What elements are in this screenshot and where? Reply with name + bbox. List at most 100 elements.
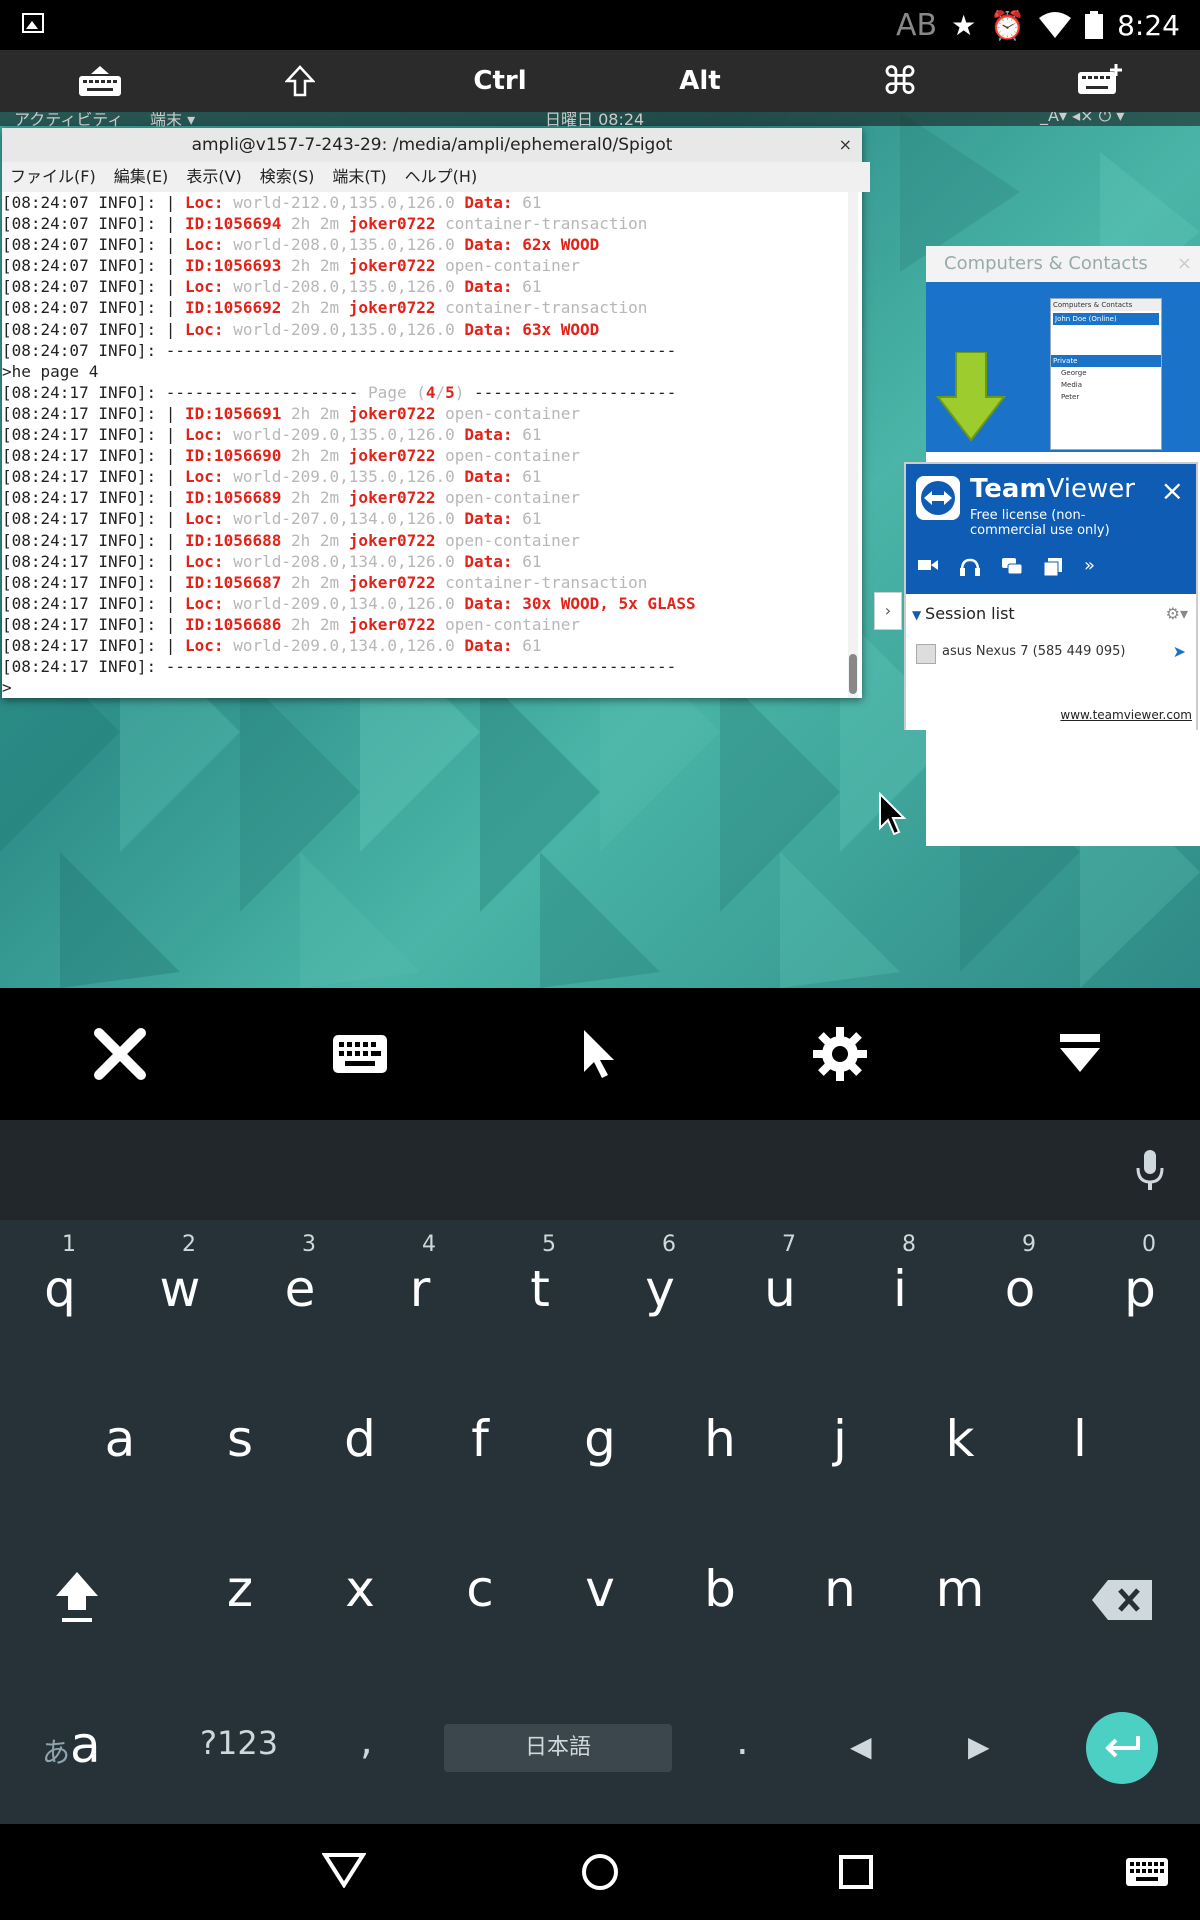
key-j[interactable]: j bbox=[800, 1410, 880, 1468]
key-y[interactable]: y bbox=[620, 1260, 700, 1318]
key-t[interactable]: t bbox=[500, 1260, 580, 1318]
terminal-line: [08:24:17 INFO]: -----------------------… bbox=[2, 656, 842, 677]
backspace-key-icon[interactable] bbox=[1092, 1580, 1152, 1620]
hide-toolbar-icon[interactable] bbox=[1020, 988, 1140, 1120]
session-item[interactable]: asus Nexus 7 (585 449 095) bbox=[942, 644, 1125, 659]
terminal-text: > bbox=[2, 678, 12, 698]
clock: 8:24 bbox=[1117, 8, 1180, 42]
back-icon[interactable] bbox=[322, 1852, 366, 1888]
system-menu[interactable]: _A▾ ◂× ⏻ ▾ bbox=[1040, 112, 1124, 126]
terminal-text: Data: bbox=[464, 551, 523, 571]
menu-terminal[interactable]: 端末(T) bbox=[332, 162, 386, 192]
teamviewer-close-button[interactable]: × bbox=[1161, 474, 1184, 507]
key-q[interactable]: q bbox=[20, 1260, 100, 1318]
session-list-header[interactable]: ▼ Session list bbox=[912, 604, 1015, 623]
comma-key[interactable]: , bbox=[360, 1718, 373, 1764]
key-z[interactable]: z bbox=[200, 1560, 280, 1618]
cursor-right-key[interactable]: ▶ bbox=[968, 1730, 990, 1763]
command-icon[interactable]: ⌘ bbox=[840, 50, 960, 112]
key-v[interactable]: v bbox=[560, 1560, 640, 1618]
enter-key[interactable] bbox=[1086, 1712, 1158, 1784]
close-icon[interactable] bbox=[60, 988, 180, 1120]
menu-search[interactable]: 検索(S) bbox=[260, 162, 315, 192]
key-h[interactable]: h bbox=[680, 1410, 760, 1468]
connect-pointer-icon[interactable]: ➤ bbox=[1173, 642, 1186, 661]
terminal-line: > bbox=[2, 677, 842, 698]
menu-view[interactable]: 表示(V) bbox=[186, 162, 241, 192]
terminal-text: ID:1056690 bbox=[185, 446, 291, 466]
terminal-output[interactable]: [08:24:07 INFO]: | Loc: world-212.0,135.… bbox=[2, 192, 842, 698]
cc-mini-window: Computers & Contacts John Doe (Online) P… bbox=[1050, 298, 1162, 450]
terminal-title-bar[interactable]: ampli@v157-7-243-29: /media/ampli/epheme… bbox=[2, 128, 862, 163]
key-g[interactable]: g bbox=[560, 1410, 640, 1468]
key-i[interactable]: i bbox=[860, 1260, 940, 1318]
teamviewer-link[interactable]: www.teamviewer.com bbox=[1060, 708, 1192, 722]
navigation-bar bbox=[0, 1824, 1200, 1920]
chat-icon[interactable] bbox=[1002, 558, 1022, 576]
key-b[interactable]: b bbox=[680, 1560, 760, 1618]
terminal-text: [08:24:07 INFO]: | bbox=[2, 256, 186, 276]
alt-key[interactable]: Alt bbox=[640, 50, 760, 112]
key-d[interactable]: d bbox=[320, 1410, 400, 1468]
suggestion-strip[interactable] bbox=[0, 1120, 1200, 1220]
terminal-text: Loc: bbox=[185, 235, 234, 255]
gear-icon[interactable] bbox=[780, 988, 900, 1120]
period-key[interactable]: . bbox=[736, 1718, 749, 1764]
cursor-left-key[interactable]: ◀ bbox=[850, 1730, 872, 1763]
ctrl-key[interactable]: Ctrl bbox=[440, 50, 560, 112]
menu-help[interactable]: ヘルプ(H) bbox=[405, 162, 478, 192]
terminal-text: [08:24:07 INFO]: | bbox=[2, 235, 186, 255]
session-gear-icon[interactable]: ⚙▾ bbox=[1166, 604, 1188, 623]
terminal-scrollbar[interactable] bbox=[848, 192, 858, 698]
files-icon[interactable] bbox=[1044, 558, 1062, 576]
key-k[interactable]: k bbox=[920, 1410, 1000, 1468]
symbols-key[interactable]: ?123 bbox=[200, 1724, 278, 1762]
key-l[interactable]: l bbox=[1040, 1410, 1120, 1468]
key-f[interactable]: f bbox=[440, 1410, 520, 1468]
terminal-text: open-container bbox=[445, 614, 580, 634]
cc-banner: Computers & Contacts John Doe (Online) P… bbox=[926, 282, 1200, 452]
key-s[interactable]: s bbox=[200, 1410, 280, 1468]
key-n[interactable]: n bbox=[800, 1560, 880, 1618]
shift-key-icon[interactable] bbox=[52, 1568, 102, 1624]
key-a[interactable]: a bbox=[80, 1410, 160, 1468]
key-w[interactable]: w bbox=[140, 1260, 220, 1318]
microphone-icon[interactable] bbox=[1136, 1150, 1164, 1192]
panel-expand-tab[interactable]: › bbox=[874, 592, 902, 630]
key-o[interactable]: o bbox=[980, 1260, 1060, 1318]
headset-icon[interactable] bbox=[960, 558, 980, 576]
language-switch-key[interactable]: あa bbox=[42, 1716, 101, 1774]
terminal-text: world-212.0,135.0,126.0 bbox=[233, 193, 465, 212]
video-icon[interactable] bbox=[918, 558, 938, 572]
terminal-line: [08:24:17 INFO]: | ID:1056689 2h 2m joke… bbox=[2, 487, 842, 508]
key-x[interactable]: x bbox=[320, 1560, 400, 1618]
keyboard-icon[interactable] bbox=[300, 988, 420, 1120]
more-icon[interactable]: » bbox=[1084, 557, 1095, 576]
key-p[interactable]: p bbox=[1100, 1260, 1180, 1318]
keyboard-plus-icon[interactable] bbox=[1040, 50, 1160, 112]
menu-edit[interactable]: 編集(E) bbox=[114, 162, 169, 192]
terminal-text: 5 bbox=[445, 382, 455, 402]
key-u[interactable]: u bbox=[740, 1260, 820, 1318]
terminal-close-button[interactable]: × bbox=[839, 128, 852, 162]
terminal-text: 2h 2m bbox=[291, 446, 349, 466]
key-m[interactable]: m bbox=[920, 1560, 1000, 1618]
recents-icon[interactable] bbox=[838, 1854, 874, 1890]
key-c[interactable]: c bbox=[440, 1560, 520, 1618]
pointer-icon[interactable] bbox=[540, 988, 660, 1120]
remote-desktop[interactable]: アクティビティ 端末 ▾ 日曜日 08:24 _A▾ ◂× ⏻ ▾ ampli@… bbox=[0, 112, 1200, 988]
teamviewer-panel[interactable]: TeamViewer Free license (non-commercial … bbox=[904, 462, 1198, 730]
terminal-text: 61 bbox=[522, 277, 542, 297]
menu-file[interactable]: ファイル(F) bbox=[10, 162, 96, 192]
keyboard-switch-icon[interactable] bbox=[1126, 1858, 1168, 1886]
key-hint: 0 bbox=[1142, 1232, 1156, 1257]
keyboard-icon[interactable] bbox=[40, 50, 160, 112]
space-key[interactable]: 日本語 bbox=[444, 1724, 672, 1772]
scrollbar-thumb[interactable] bbox=[849, 654, 857, 694]
key-e[interactable]: e bbox=[260, 1260, 340, 1318]
shift-icon[interactable] bbox=[240, 50, 360, 112]
key-r[interactable]: r bbox=[380, 1260, 460, 1318]
home-icon[interactable] bbox=[580, 1852, 620, 1892]
terminal-window[interactable]: ampli@v157-7-243-29: /media/ampli/epheme… bbox=[2, 128, 870, 698]
cc-close-button[interactable]: × bbox=[1177, 246, 1192, 282]
